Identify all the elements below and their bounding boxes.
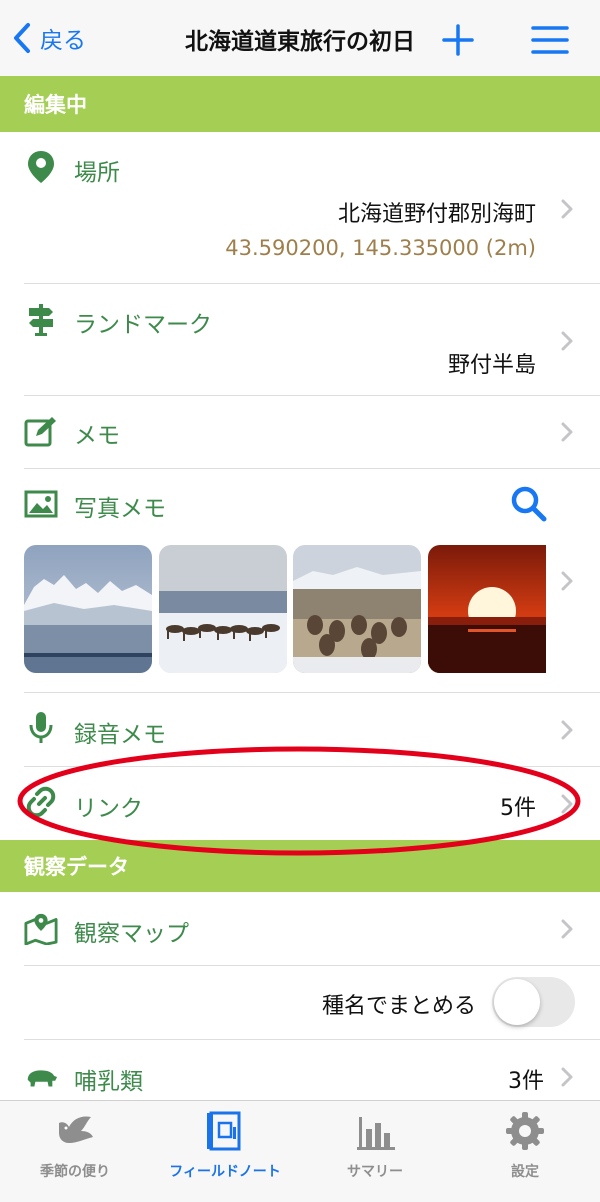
tab-field-notes[interactable]: フィールドノート	[150, 1101, 300, 1202]
location-row[interactable]: 場所 北海道野付郡別海町 43.590200, 145.335000 (2m)	[0, 132, 600, 283]
location-coordinates: 43.590200, 145.335000 (2m)	[225, 236, 536, 260]
landmark-row[interactable]: ランドマーク 野付半島	[0, 284, 600, 395]
toggle-knob	[494, 979, 540, 1025]
link-row[interactable]: リンク 5件	[0, 767, 600, 840]
observation-map-label: 観察マップ	[74, 921, 189, 947]
tab-bar: 季節の便り フィールドノート サマリー 設定	[0, 1100, 600, 1202]
tab-label: 設定	[511, 1164, 539, 1180]
add-icon[interactable]	[440, 22, 476, 58]
chevron-left-icon	[14, 23, 30, 53]
group-by-species-label: 種名でまとめる	[321, 994, 476, 1019]
memo-row[interactable]: メモ	[0, 396, 600, 468]
signpost-icon	[24, 302, 58, 336]
memo-label: メモ	[74, 423, 120, 449]
section-header-editing: 編集中	[0, 76, 600, 132]
mammals-count: 3件	[508, 1069, 544, 1094]
gear-icon	[506, 1112, 544, 1150]
edit-note-icon	[24, 414, 58, 448]
search-icon[interactable]	[510, 485, 548, 523]
location-address: 北海道野付郡別海町	[337, 202, 536, 227]
mammals-label: 哺乳類	[74, 1069, 143, 1095]
photo-memo-label: 写真メモ	[74, 496, 166, 522]
chevron-right-icon	[561, 331, 573, 351]
voice-memo-row[interactable]: 録音メモ	[0, 693, 600, 766]
tab-settings[interactable]: 設定	[450, 1101, 600, 1202]
tab-summary[interactable]: サマリー	[300, 1101, 450, 1202]
location-label: 場所	[74, 160, 120, 186]
microphone-icon	[24, 711, 58, 745]
link-label: リンク	[74, 796, 143, 822]
tab-label: フィールドノート	[169, 1164, 281, 1180]
link-icon	[24, 785, 58, 819]
voice-memo-label: 録音メモ	[74, 722, 166, 748]
chevron-right-icon	[561, 422, 573, 442]
landmark-value: 野付半島	[447, 353, 536, 378]
section-header-observation: 観察データ	[0, 840, 600, 892]
chevron-right-icon	[561, 571, 573, 591]
group-by-species-toggle[interactable]	[492, 977, 575, 1027]
notebook-icon	[207, 1111, 241, 1151]
page-title: 北海道道東旅行の初日	[185, 29, 415, 55]
bird-icon	[59, 1116, 93, 1143]
mammal-icon	[24, 1060, 58, 1094]
chevron-right-icon	[561, 794, 573, 814]
chevron-right-icon	[561, 720, 573, 740]
photo-thumbnail-mountains[interactable]	[24, 545, 152, 673]
bar-chart-icon	[357, 1117, 395, 1150]
chevron-right-icon	[561, 1067, 573, 1087]
location-pin-icon	[24, 150, 58, 184]
menu-icon[interactable]	[530, 22, 570, 58]
photo-thumbnails	[24, 545, 546, 675]
link-count: 5件	[500, 796, 536, 821]
photo-thumbnail-deer-field[interactable]	[293, 545, 421, 673]
photo-thumbnail-deer-herd[interactable]	[159, 545, 287, 673]
chevron-right-icon	[561, 199, 573, 219]
map-pin-icon	[24, 911, 58, 945]
tab-label: 季節の便り	[40, 1164, 110, 1180]
landmark-label: ランドマーク	[74, 312, 212, 338]
tab-label: サマリー	[347, 1164, 403, 1180]
navigation-bar: 戻る 北海道道東旅行の初日	[0, 0, 600, 77]
chevron-right-icon	[561, 919, 573, 939]
tab-seasonal-news[interactable]: 季節の便り	[0, 1101, 150, 1202]
image-icon	[24, 487, 58, 521]
photo-thumbnail-sunrise[interactable]	[428, 545, 546, 673]
back-label: 戻る	[40, 28, 86, 54]
mammals-row[interactable]: 哺乳類 3件	[0, 1040, 600, 1100]
observation-map-row[interactable]: 観察マップ	[0, 892, 600, 965]
back-button[interactable]: 戻る	[12, 18, 86, 58]
